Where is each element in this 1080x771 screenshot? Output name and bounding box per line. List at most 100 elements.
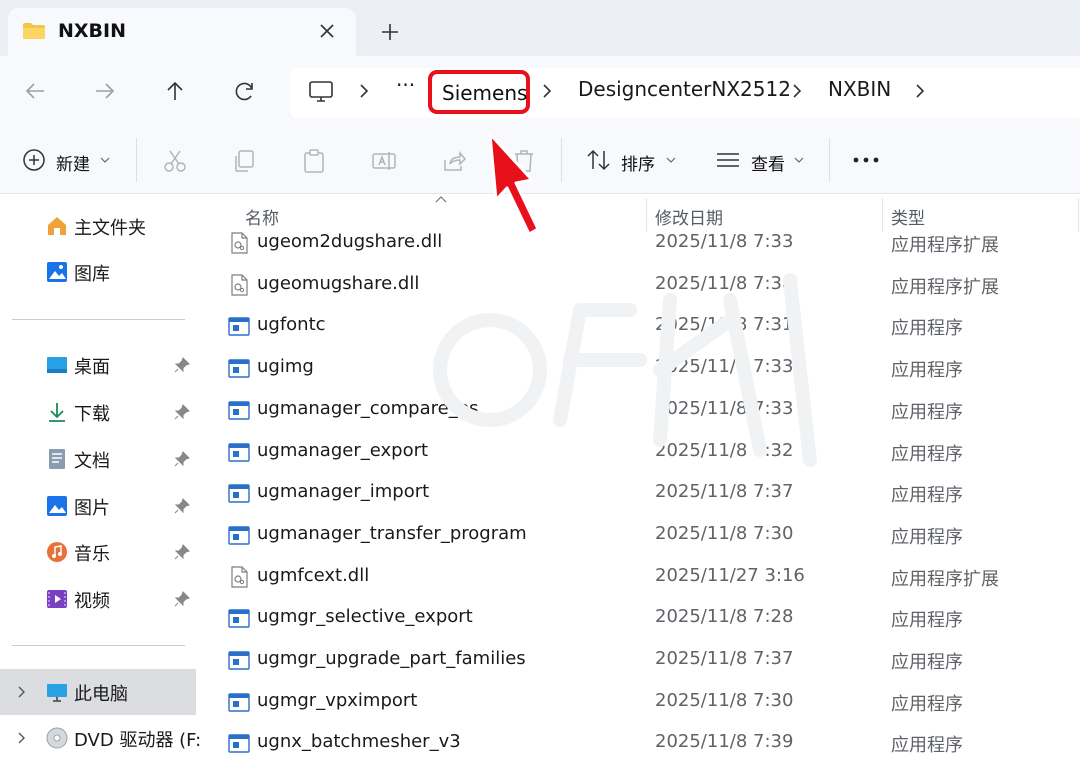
sort-button[interactable]: 排序 [586, 126, 686, 194]
application-icon [228, 691, 250, 713]
rename-icon[interactable] [371, 148, 397, 174]
copy-icon[interactable] [231, 148, 257, 174]
pin-icon[interactable] [174, 404, 190, 420]
table-row[interactable]: ugmanager_import 2025/11/8 7:37 应用程序 [220, 473, 1080, 514]
chevron-right-icon[interactable] [356, 79, 372, 103]
sidebar-item-this-pc[interactable]: 此电脑 [0, 669, 196, 715]
sidebar-item-label: 图片 [74, 498, 110, 519]
tab-nxbin[interactable]: NXBIN [8, 8, 356, 56]
divider [829, 138, 830, 182]
file-name: ugmgr_vpximport [257, 689, 418, 711]
download-icon [49, 403, 65, 422]
file-type: 应用程序 [891, 652, 963, 673]
view-list-icon [717, 153, 739, 167]
file-type: 应用程序 [891, 360, 963, 382]
navigation-pane: 主文件夹 图库 桌面 下载 文档 图片 音乐 视频 此电脑 DVD 驱动器 (F… [0, 194, 201, 771]
file-name: ugimg [257, 356, 314, 378]
application-icon [228, 607, 250, 629]
table-row[interactable]: ugmgr_vpximport 2025/11/8 7:30 应用程序 [220, 682, 1080, 723]
chevron-right-icon[interactable] [912, 79, 928, 103]
pin-icon[interactable] [174, 498, 190, 514]
table-row[interactable]: ugmanager_transfer_program 2025/11/8 7:30… [220, 515, 1080, 556]
file-name: ugeom2dugshare.dll [257, 231, 443, 252]
paste-icon[interactable] [301, 148, 327, 174]
arrow-right-icon[interactable] [90, 76, 120, 106]
file-type: 应用程序 [891, 485, 963, 507]
arrow-up-icon[interactable] [160, 76, 190, 106]
table-row[interactable]: ugeomugshare.dll 2025/11/8 7:38 应用程序扩展 [220, 265, 1080, 306]
file-name: ugeomugshare.dll [257, 272, 420, 294]
chevron-down-icon [100, 157, 110, 163]
sort-icon [587, 149, 610, 171]
cut-icon[interactable] [162, 148, 188, 174]
sidebar-item-dvd-drive[interactable]: DVD 驱动器 (F: [0, 715, 201, 761]
new-button[interactable]: 新建 [20, 126, 120, 194]
file-date: 2025/11/8 7:32 [655, 439, 794, 461]
title-bar: NXBIN [0, 0, 1080, 56]
sidebar-item-documents[interactable]: 文档 [0, 436, 196, 482]
file-name: ugfontc [257, 314, 326, 336]
share-icon[interactable] [441, 148, 467, 174]
file-type: 应用程序 [891, 318, 963, 340]
dll-file-icon [228, 274, 250, 296]
chevron-right-icon[interactable] [539, 79, 555, 103]
pin-icon[interactable] [174, 591, 190, 607]
dll-file-icon [228, 565, 250, 588]
sort-ascending-icon[interactable] [435, 196, 447, 204]
view-button[interactable]: 查看 [716, 126, 816, 194]
sidebar-item-gallery[interactable]: 图库 [0, 249, 196, 295]
table-row[interactable]: ugmanager_compare_ps 2025/11/8 7:33 应用程序 [220, 390, 1080, 431]
breadcrumb-nxbin[interactable]: NXBIN [828, 77, 891, 101]
plus-circle-icon [23, 149, 45, 171]
sort-button-label: 排序 [621, 155, 655, 175]
sidebar-item-downloads[interactable]: 下载 [0, 389, 196, 435]
table-row[interactable]: ugeom2dugshare.dll 2025/11/8 7:33 应用程序扩展 [220, 223, 1080, 264]
file-name: ugmanager_transfer_program [257, 522, 527, 544]
more-options-icon[interactable] [851, 154, 881, 166]
application-icon [228, 482, 250, 504]
sidebar-item-videos[interactable]: 视频 [0, 576, 196, 622]
file-date: 2025/11/8 7:37 [655, 648, 794, 669]
desktop-icon [47, 357, 67, 373]
file-name: ugmgr_upgrade_part_families [257, 648, 526, 669]
sidebar-item-home[interactable]: 主文件夹 [0, 203, 196, 249]
file-type: 应用程序扩展 [891, 276, 999, 298]
application-icon [228, 441, 250, 463]
table-row[interactable]: ugmanager_export 2025/11/8 7:32 应用程序 [220, 432, 1080, 473]
arrow-left-icon[interactable] [20, 76, 50, 106]
chevron-right-icon[interactable] [789, 79, 805, 103]
plus-icon[interactable] [376, 18, 404, 46]
breadcrumb-siemens-highlight[interactable]: Siemens [428, 70, 530, 114]
chevron-down-icon [666, 157, 676, 163]
file-date: 2025/11/27 3:16 [655, 564, 805, 586]
pin-icon[interactable] [174, 451, 190, 467]
divider [136, 138, 137, 182]
sidebar-item-desktop[interactable]: 桌面 [0, 342, 196, 388]
file-date: 2025/11/8 7:33 [655, 356, 794, 378]
home-icon [48, 217, 66, 235]
pin-icon[interactable] [174, 357, 190, 373]
sidebar-item-label: 主文件夹 [74, 218, 146, 239]
application-icon [228, 524, 250, 546]
breadcrumb-designcenter[interactable]: DesigncenterNX2512 [578, 77, 791, 101]
table-row[interactable]: ugfontc 2025/11/8 7:31 应用程序 [220, 306, 1080, 347]
file-date: 2025/11/8 7:28 [655, 606, 794, 628]
table-row[interactable]: ugmgr_upgrade_part_families 2025/11/8 7:3… [220, 640, 1080, 681]
pin-icon[interactable] [174, 544, 190, 560]
sidebar-item-label: 视频 [74, 591, 110, 612]
sidebar-item-music[interactable]: 音乐 [0, 529, 196, 575]
chevron-right-icon[interactable] [16, 730, 28, 746]
refresh-icon[interactable] [230, 76, 260, 106]
table-row[interactable]: ugimg 2025/11/8 7:33 应用程序 [220, 348, 1080, 389]
breadcrumb-more[interactable]: ··· [396, 73, 415, 97]
computer-icon[interactable] [308, 80, 334, 104]
chevron-right-icon[interactable] [16, 684, 28, 700]
address-bar[interactable]: ··· Siemens DesigncenterNX2512 NXBIN [290, 68, 1080, 118]
file-type: 应用程序 [891, 610, 963, 632]
breadcrumb-siemens[interactable]: Siemens [442, 81, 527, 105]
table-row[interactable]: ugmfcext.dll 2025/11/27 3:16 应用程序扩展 [220, 557, 1080, 598]
close-icon[interactable] [314, 18, 340, 44]
table-row[interactable]: ugnx_batchmesher_v3 2025/11/8 7:39 应用程序 [220, 723, 1080, 764]
sidebar-item-pictures[interactable]: 图片 [0, 483, 196, 529]
table-row[interactable]: ugmgr_selective_export 2025/11/8 7:28 应用程序 [220, 598, 1080, 639]
